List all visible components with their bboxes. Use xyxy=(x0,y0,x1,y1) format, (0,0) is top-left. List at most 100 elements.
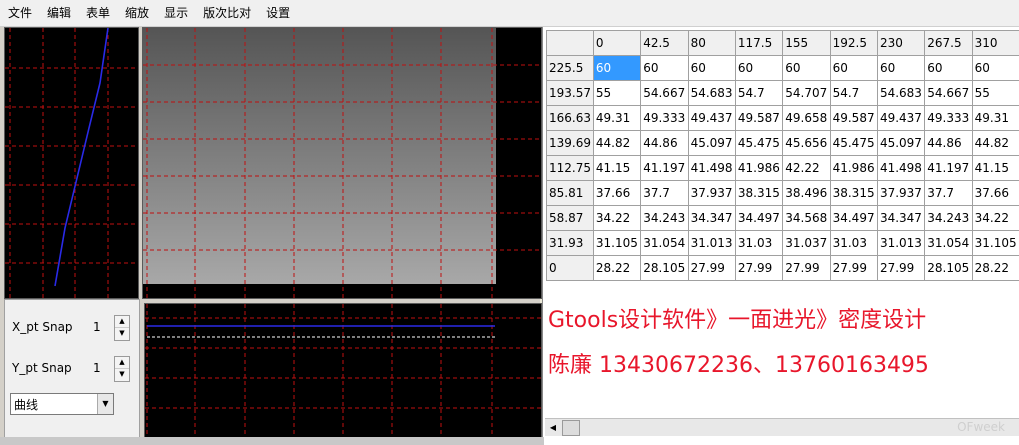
table-cell[interactable]: 60 xyxy=(687,55,736,81)
table-cell[interactable]: 34.497 xyxy=(829,205,878,231)
column-header[interactable]: 117.5 xyxy=(734,30,784,56)
table-cell[interactable]: 44.82 xyxy=(971,130,1019,156)
table-cell[interactable]: 31.037 xyxy=(782,230,831,256)
table-cell[interactable]: 27.99 xyxy=(876,255,926,281)
row-header[interactable]: 139.69 xyxy=(546,130,594,156)
table-cell[interactable]: 28.105 xyxy=(640,255,689,281)
table-cell[interactable]: 38.315 xyxy=(829,180,878,206)
row-header[interactable]: 0 xyxy=(546,255,594,281)
row-header[interactable]: 225.5 xyxy=(546,55,594,81)
table-cell[interactable]: 54.667 xyxy=(924,80,973,106)
table-cell[interactable]: 37.7 xyxy=(924,180,973,206)
table-cell[interactable]: 34.568 xyxy=(782,205,831,231)
column-header[interactable] xyxy=(546,30,594,56)
column-header[interactable]: 42.5 xyxy=(640,30,689,56)
row-header[interactable]: 112.75 xyxy=(546,155,594,181)
table-cell[interactable]: 49.658 xyxy=(782,105,831,131)
table-cell[interactable]: 31.03 xyxy=(829,230,878,256)
table-cell[interactable]: 41.498 xyxy=(876,155,926,181)
table-cell[interactable]: 41.986 xyxy=(734,155,784,181)
table-cell[interactable]: 49.31 xyxy=(971,105,1019,131)
table-cell[interactable]: 27.99 xyxy=(734,255,784,281)
table-cell[interactable]: 54.7 xyxy=(829,80,878,106)
table-cell[interactable]: 45.097 xyxy=(876,130,926,156)
column-header[interactable]: 155 xyxy=(782,30,831,56)
table-cell[interactable]: 49.333 xyxy=(924,105,973,131)
table-cell[interactable]: 60 xyxy=(734,55,784,81)
table-cell[interactable]: 37.66 xyxy=(971,180,1019,206)
x-snap-spinner[interactable]: ▲ ▼ xyxy=(114,315,130,341)
table-cell[interactable]: 38.496 xyxy=(782,180,831,206)
table-cell[interactable]: 37.7 xyxy=(640,180,689,206)
table-cell[interactable]: 34.22 xyxy=(592,205,642,231)
table-cell[interactable]: 45.475 xyxy=(734,130,784,156)
table-cell[interactable]: 60 xyxy=(782,55,831,81)
horizontal-scrollbar[interactable]: ◀ xyxy=(545,418,1019,436)
table-cell[interactable]: 37.66 xyxy=(592,180,642,206)
menu-version-compare[interactable]: 版次比对 xyxy=(195,0,258,26)
table-cell[interactable]: 60 xyxy=(640,55,689,81)
spin-down-icon[interactable]: ▼ xyxy=(115,369,129,380)
density-map-panel[interactable] xyxy=(142,27,542,299)
table-cell[interactable]: 54.667 xyxy=(640,80,689,106)
table-cell[interactable]: 41.986 xyxy=(829,155,878,181)
row-header[interactable]: 193.57 xyxy=(546,80,594,106)
table-cell[interactable]: 27.99 xyxy=(829,255,878,281)
table-cell[interactable]: 41.15 xyxy=(592,155,642,181)
table-cell[interactable]: 60 xyxy=(876,55,926,81)
column-header[interactable]: 310 xyxy=(971,30,1019,56)
column-header[interactable]: 80 xyxy=(687,30,736,56)
x-snap-value[interactable]: 1 xyxy=(93,320,101,334)
column-header[interactable]: 267.5 xyxy=(924,30,973,56)
table-cell[interactable]: 34.22 xyxy=(971,205,1019,231)
menu-form[interactable]: 表单 xyxy=(78,0,117,26)
data-grid[interactable]: 0 42.5 80 117.5 155 192.5 230 267.5 310 225.5 60 60… xyxy=(542,27,1019,445)
table-cell[interactable]: 49.333 xyxy=(640,105,689,131)
table-cell[interactable]: 44.86 xyxy=(924,130,973,156)
table-cell[interactable]: 28.105 xyxy=(924,255,973,281)
table-cell[interactable]: 54.707 xyxy=(782,80,831,106)
table-cell[interactable]: 60 xyxy=(971,55,1019,81)
table-cell[interactable]: 54.7 xyxy=(734,80,784,106)
table-cell[interactable]: 28.22 xyxy=(592,255,642,281)
table-cell[interactable]: 34.347 xyxy=(876,205,926,231)
table-cell[interactable]: 27.99 xyxy=(782,255,831,281)
row-header[interactable]: 166.63 xyxy=(546,105,594,131)
row-header[interactable]: 85.81 xyxy=(546,180,594,206)
table-cell[interactable]: 55 xyxy=(592,80,642,106)
y-snap-value[interactable]: 1 xyxy=(93,361,101,375)
table-cell[interactable]: 54.683 xyxy=(687,80,736,106)
table-cell[interactable]: 38.315 xyxy=(734,180,784,206)
table-cell[interactable]: 49.437 xyxy=(876,105,926,131)
spin-up-icon[interactable]: ▲ xyxy=(115,316,129,328)
table-cell[interactable]: 41.498 xyxy=(687,155,736,181)
spin-up-icon[interactable]: ▲ xyxy=(115,357,129,369)
table-cell[interactable]: 60 xyxy=(924,55,973,81)
table-cell[interactable]: 31.105 xyxy=(971,230,1019,256)
menu-zoom[interactable]: 缩放 xyxy=(117,0,156,26)
curve-type-select[interactable]: 曲线 ▼ xyxy=(10,393,114,415)
chevron-down-icon[interactable]: ▼ xyxy=(97,394,113,414)
table-cell[interactable]: 49.437 xyxy=(687,105,736,131)
table-cell[interactable]: 31.054 xyxy=(640,230,689,256)
table-cell[interactable]: 34.347 xyxy=(687,205,736,231)
table-cell[interactable]: 55 xyxy=(971,80,1019,106)
row-header[interactable]: 58.87 xyxy=(546,205,594,231)
column-header[interactable]: 230 xyxy=(876,30,926,56)
side-curve-panel[interactable] xyxy=(4,27,139,299)
table-cell[interactable]: 44.86 xyxy=(640,130,689,156)
table-cell[interactable]: 34.243 xyxy=(640,205,689,231)
menu-file[interactable]: 文件 xyxy=(0,0,39,26)
table-cell[interactable]: 45.475 xyxy=(829,130,878,156)
table-cell[interactable]: 41.197 xyxy=(640,155,689,181)
table-cell[interactable]: 31.105 xyxy=(592,230,642,256)
scroll-left-icon[interactable]: ◀ xyxy=(545,419,561,436)
table-cell[interactable]: 34.243 xyxy=(924,205,973,231)
table-cell[interactable]: 49.587 xyxy=(829,105,878,131)
table-cell[interactable]: 49.31 xyxy=(592,105,642,131)
table-cell[interactable]: 45.097 xyxy=(687,130,736,156)
table-cell[interactable]: 34.497 xyxy=(734,205,784,231)
table-cell[interactable]: 42.22 xyxy=(782,155,831,181)
menu-edit[interactable]: 编辑 xyxy=(39,0,78,26)
table-cell[interactable]: 31.054 xyxy=(924,230,973,256)
